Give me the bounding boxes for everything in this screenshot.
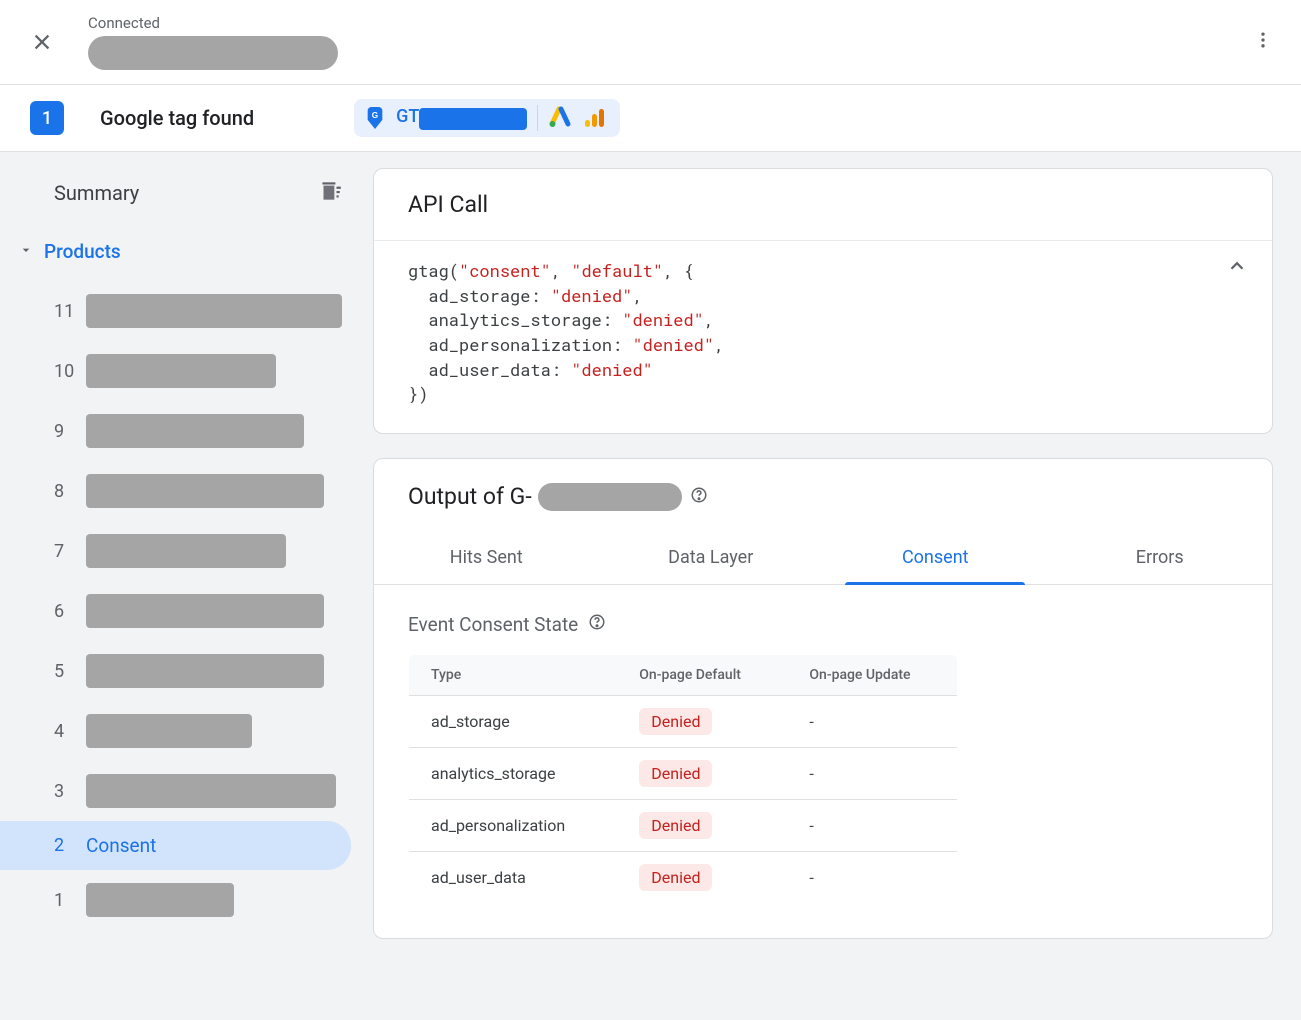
tag-found-bar: 1 Google tag found G GT <box>0 85 1301 152</box>
tag-count-badge: 1 <box>30 101 64 135</box>
event-name-redacted <box>86 594 324 628</box>
event-consent-state-title: Event Consent State <box>408 613 1238 636</box>
event-number: 6 <box>54 601 72 622</box>
host-redacted <box>88 36 338 70</box>
consent-type: analytics_storage <box>409 747 618 799</box>
connected-label: Connected <box>88 14 338 32</box>
event-number: 11 <box>54 301 72 322</box>
event-item[interactable]: 3 <box>0 761 373 821</box>
event-item[interactable]: 5 <box>0 641 373 701</box>
status-badge: Denied <box>639 812 712 839</box>
status-badge: Denied <box>639 864 712 891</box>
event-list: 11 10 9 8 7 6 5 4 3 2 Consent 1 <box>0 281 373 930</box>
close-icon[interactable] <box>30 30 54 54</box>
event-item[interactable]: 1 <box>0 870 373 930</box>
consent-update: - <box>787 695 957 747</box>
event-name-redacted <box>86 714 252 748</box>
caret-down-icon <box>18 242 34 262</box>
output-title: Output of G- <box>408 483 682 511</box>
output-card: Output of G- Hits SentData LayerConsentE… <box>373 458 1273 939</box>
event-name-redacted <box>86 474 324 508</box>
event-number: 4 <box>54 721 72 742</box>
event-item[interactable]: 9 <box>0 401 373 461</box>
consent-type: ad_storage <box>409 695 618 747</box>
tab-errors[interactable]: Errors <box>1048 531 1273 584</box>
event-number: 2 <box>54 835 72 856</box>
event-name-redacted <box>86 534 286 568</box>
status-badge: Denied <box>639 708 712 735</box>
tab-consent[interactable]: Consent <box>823 531 1048 584</box>
products-section-toggle[interactable]: Products <box>0 232 373 271</box>
event-number: 1 <box>54 890 72 911</box>
tab-hits-sent[interactable]: Hits Sent <box>374 531 599 584</box>
svg-text:G: G <box>372 111 378 120</box>
summary-link[interactable]: Summary <box>54 181 139 205</box>
event-name-redacted <box>86 654 324 688</box>
event-item[interactable]: 10 <box>0 341 373 401</box>
event-name-redacted <box>86 883 234 917</box>
gtag-icon: G <box>364 105 386 131</box>
event-item[interactable]: 4 <box>0 701 373 761</box>
google-ads-icon <box>548 106 572 130</box>
event-number: 7 <box>54 541 72 562</box>
event-name-redacted <box>86 354 276 388</box>
event-item[interactable]: 11 <box>0 281 373 341</box>
api-call-card: API Call gtag("consent", "default", { ad… <box>373 168 1273 434</box>
event-name-redacted <box>86 294 342 328</box>
collapse-icon[interactable] <box>1226 255 1248 284</box>
separator <box>537 105 538 131</box>
output-id-redacted <box>538 483 682 511</box>
table-row: analytics_storage Denied - <box>409 747 958 799</box>
column-header: Type <box>409 654 618 695</box>
consent-type: ad_user_data <box>409 851 618 903</box>
gt-id-redacted <box>419 108 527 130</box>
event-name-redacted <box>86 414 304 448</box>
consent-table: TypeOn-page DefaultOn-page Update ad_sto… <box>408 654 958 904</box>
api-call-code: gtag("consent", "default", { ad_storage:… <box>374 241 1272 433</box>
api-call-title: API Call <box>408 191 488 218</box>
consent-update: - <box>787 747 957 799</box>
event-number: 9 <box>54 421 72 442</box>
top-bar: Connected <box>0 0 1301 85</box>
table-row: ad_storage Denied - <box>409 695 958 747</box>
event-item[interactable]: 6 <box>0 581 373 641</box>
event-number: 8 <box>54 481 72 502</box>
consent-update: - <box>787 851 957 903</box>
event-name-redacted <box>86 774 336 808</box>
event-number: 10 <box>54 361 72 382</box>
more-menu-icon[interactable] <box>1245 22 1281 62</box>
consent-default: Denied <box>617 695 787 747</box>
clear-all-icon[interactable] <box>317 178 343 208</box>
output-tabs: Hits SentData LayerConsentErrors <box>374 531 1272 585</box>
column-header: On-page Update <box>787 654 957 695</box>
table-row: ad_personalization Denied - <box>409 799 958 851</box>
consent-default: Denied <box>617 747 787 799</box>
consent-type: ad_personalization <box>409 799 618 851</box>
event-item[interactable]: 7 <box>0 521 373 581</box>
column-header: On-page Default <box>617 654 787 695</box>
consent-default: Denied <box>617 851 787 903</box>
help-icon[interactable] <box>690 486 708 508</box>
event-item[interactable]: 8 <box>0 461 373 521</box>
tag-found-label: Google tag found <box>100 106 254 130</box>
event-number: 3 <box>54 781 72 802</box>
content-area: API Call gtag("consent", "default", { ad… <box>373 152 1301 1020</box>
help-icon[interactable] <box>588 613 606 636</box>
consent-update: - <box>787 799 957 851</box>
status-badge: Denied <box>639 760 712 787</box>
sidebar: Summary Products 11 10 9 8 7 6 5 4 3 2 Consent 1 <box>0 152 373 1020</box>
event-item-consent[interactable]: 2 Consent <box>0 821 351 870</box>
google-analytics-icon <box>582 106 606 130</box>
event-name: Consent <box>86 834 156 857</box>
products-label: Products <box>44 240 121 263</box>
event-number: 5 <box>54 661 72 682</box>
table-row: ad_user_data Denied - <box>409 851 958 903</box>
tab-data-layer[interactable]: Data Layer <box>599 531 824 584</box>
gt-prefix: GT <box>396 106 419 127</box>
consent-default: Denied <box>617 799 787 851</box>
tag-chip[interactable]: G GT <box>354 99 620 137</box>
